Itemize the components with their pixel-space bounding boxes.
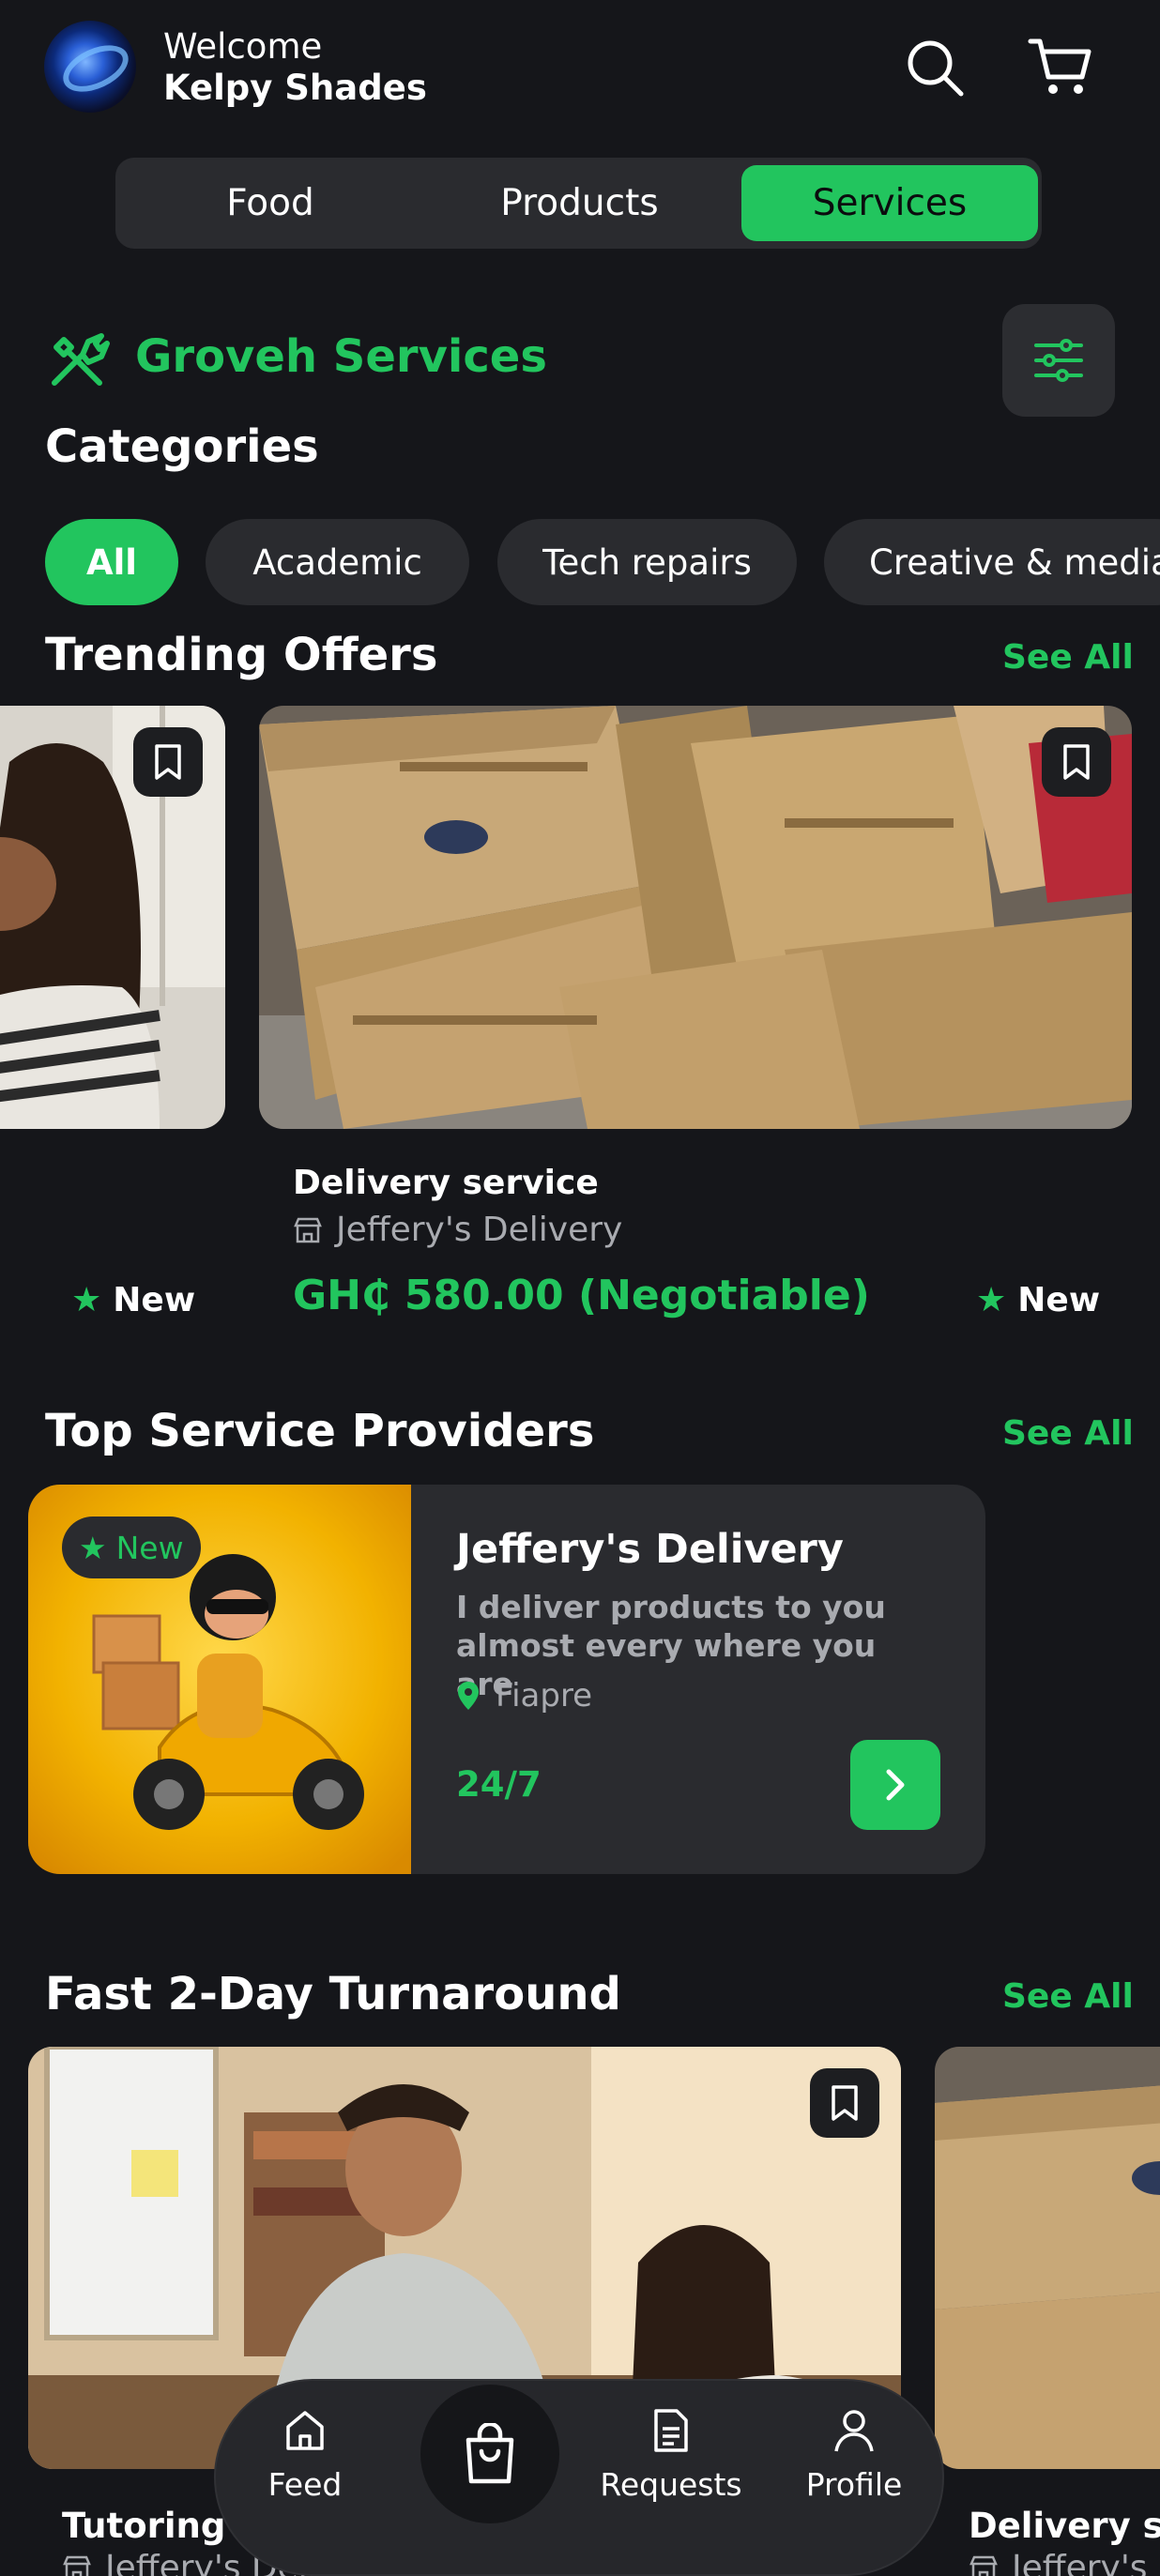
turnaround-see-all[interactable]: See All (1002, 1977, 1134, 2016)
chip-all[interactable]: All (45, 519, 178, 605)
offer-price: GH₵ 580.00 (Negotiable) (293, 1272, 870, 1319)
provider-open-button[interactable] (850, 1740, 940, 1830)
star-icon: ★ (79, 1529, 107, 1566)
nav-shop-button[interactable] (420, 2385, 559, 2523)
shopping-bag-icon (466, 2423, 514, 2484)
store-icon (969, 2555, 998, 2576)
user-name: Kelpy Shades (163, 68, 427, 108)
nav-feed[interactable]: Feed (253, 2408, 357, 2503)
chip-creative-media[interactable]: Creative & media (824, 519, 1160, 605)
nav-profile[interactable]: Profile (798, 2408, 910, 2503)
provider-location: Fiapre (456, 1677, 592, 1715)
nav-profile-label: Profile (805, 2466, 903, 2503)
brand-title: Groveh Services (135, 330, 547, 383)
tab-food[interactable]: Food (123, 165, 418, 241)
search-icon[interactable] (901, 34, 969, 101)
store-icon (294, 1217, 322, 1242)
turnaround-image-delivery[interactable] (935, 2047, 1160, 2469)
provider-card[interactable]: ★ New Jeffery's Delivery I deliver produ… (28, 1485, 985, 1874)
location-pin-icon (458, 1682, 479, 1710)
chevron-right-icon (886, 1769, 905, 1801)
provider-name: Jeffery's Delivery (456, 1526, 844, 1573)
tools-icon (45, 328, 114, 392)
cart-icon[interactable] (1023, 34, 1098, 101)
categories-title: Categories (45, 420, 319, 473)
provider-location-name: Fiapre (496, 1677, 593, 1715)
document-icon (654, 2409, 688, 2452)
provider-hours: 24/7 (456, 1764, 542, 1805)
providers-see-all[interactable]: See All (1002, 1414, 1134, 1453)
offer-title: Delivery service (293, 1164, 599, 1202)
filter-icon (1034, 339, 1083, 382)
turnaround-card2-provider: Jeffery's (969, 2549, 1147, 2576)
new-tag-label: New (1017, 1281, 1101, 1319)
turnaround-card1-title: Tutoring (62, 2506, 226, 2546)
user-icon (834, 2410, 874, 2452)
turnaround-card2-provider-name: Jeffery's (1012, 2549, 1148, 2576)
tab-services[interactable]: Services (741, 165, 1038, 241)
provider-new-badge: ★ New (62, 1517, 201, 1578)
turnaround-title: Fast 2-Day Turnaround (45, 1968, 621, 2020)
new-tag-left: ★ New (71, 1281, 195, 1319)
trending-see-all[interactable]: See All (1002, 638, 1134, 677)
welcome-text: Welcome (163, 26, 323, 67)
nav-requests[interactable]: Requests (600, 2408, 742, 2503)
nav-feed-label: Feed (267, 2466, 343, 2503)
new-tag-label: New (113, 1281, 196, 1319)
trending-title: Trending Offers (45, 629, 438, 681)
provider-badge-label: New (115, 1529, 184, 1566)
offer-image-delivery[interactable] (259, 706, 1132, 1129)
bookmark-icon[interactable] (1042, 727, 1111, 797)
tab-products[interactable]: Products (431, 165, 728, 241)
offer-provider-name: Jeffery's Delivery (336, 1211, 623, 1249)
bookmark-icon[interactable] (810, 2068, 879, 2138)
offer-provider: Jeffery's Delivery (293, 1211, 622, 1249)
star-icon: ★ (71, 1281, 102, 1319)
chip-academic[interactable]: Academic (206, 519, 469, 605)
turnaround-card2-title: Delivery ser (969, 2506, 1160, 2546)
chip-tech-repairs[interactable]: Tech repairs (497, 519, 797, 605)
star-icon: ★ (976, 1281, 1007, 1319)
avatar[interactable] (44, 21, 136, 113)
filter-button[interactable] (1002, 304, 1115, 417)
providers-title: Top Service Providers (45, 1405, 595, 1457)
bookmark-icon[interactable] (133, 727, 203, 797)
nav-requests-label: Requests (600, 2466, 742, 2503)
new-tag-right: ★ New (976, 1281, 1100, 1319)
home-icon (286, 2411, 324, 2450)
store-icon (63, 2555, 91, 2576)
